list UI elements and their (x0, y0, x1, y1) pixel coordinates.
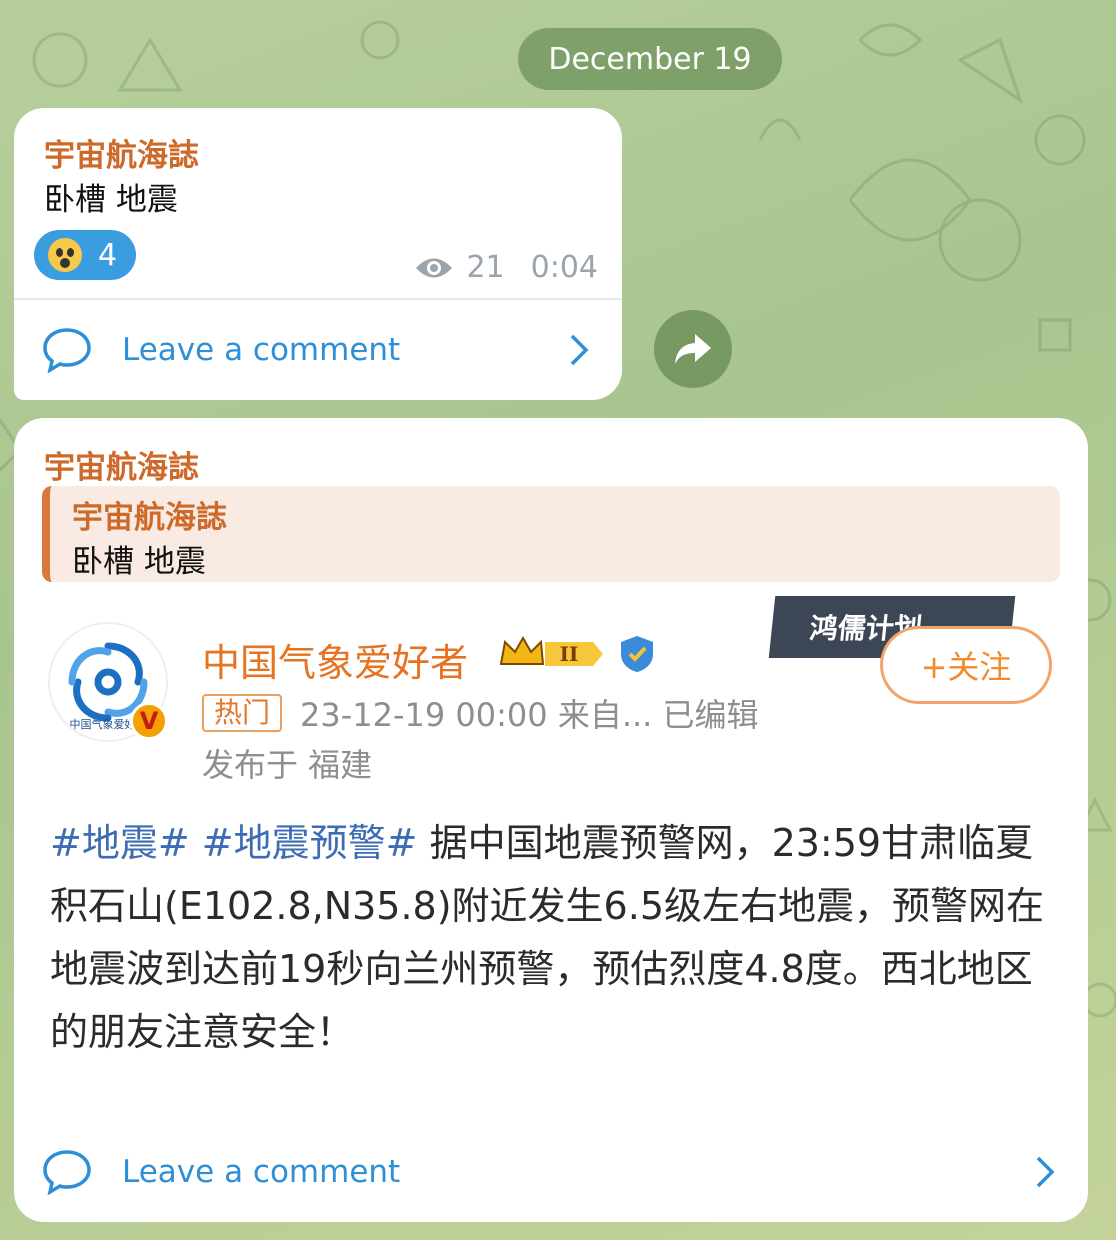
chevron-right-icon (570, 334, 589, 366)
date-separator: December 19 (518, 28, 782, 90)
weibo-location: 发布于 福建 (202, 746, 373, 784)
follow-label: +关注 (920, 648, 1012, 686)
views-count: 21 (466, 250, 505, 285)
message-bubble-1[interactable]: 宇宙航海誌 卧槽 地震 4 21 0:04 Leave a comment (14, 108, 622, 400)
weibo-body-text: 据中国地震预警网，23:59甘肃临夏积石山(E102.8,N35.8)附近发生6… (50, 821, 1044, 1054)
share-button[interactable] (654, 310, 732, 388)
weibo-post-meta: 23-12-19 00:00 来自... 已编辑 (300, 696, 759, 734)
level-crown-icon: II (499, 635, 603, 666)
weibo-screenshot-image[interactable]: 中国气象爱好者 V 鸿儒计划 +关注 中国气象爱好者 II 热门 23-12-1… (42, 594, 1060, 1134)
scream-emoji-icon (48, 238, 82, 272)
leave-comment-row[interactable]: Leave a comment (14, 300, 622, 400)
leave-comment-label: Leave a comment (122, 1154, 401, 1190)
reply-text: 卧槽 地震 (72, 544, 206, 580)
hashtag: #地震# (50, 821, 190, 865)
message-meta: 21 0:04 (414, 250, 598, 285)
message-bubble-2[interactable]: 宇宙航海誌 宇宙航海誌 卧槽 地震 中国气象爱好者 V 鸿儒计划 +关注 中国气… (14, 418, 1088, 1222)
follow-button: +关注 (880, 626, 1052, 704)
reply-quote[interactable]: 宇宙航海誌 卧槽 地震 (42, 486, 1060, 582)
leave-comment-row[interactable]: Leave a comment (14, 1122, 1088, 1222)
date-label: December 19 (548, 41, 752, 77)
hot-badge: 热门 (202, 694, 283, 732)
share-arrow-icon (675, 334, 711, 364)
weibo-account-name: 中国气象爱好者 (202, 641, 469, 685)
shield-badge-icon (621, 636, 653, 672)
reply-author: 宇宙航海誌 (72, 500, 227, 536)
views-eye-icon (416, 258, 453, 277)
reaction-chip[interactable]: 4 (34, 230, 136, 280)
comment-bubble-icon (43, 328, 91, 373)
message-text: 卧槽 地震 (44, 182, 178, 218)
svg-text:II: II (560, 642, 579, 666)
message-author[interactable]: 宇宙航海誌 (44, 442, 199, 487)
chevron-right-icon (1036, 1156, 1055, 1188)
weibo-post-body: #地震# #地震预警# 据中国地震预警网，23:59甘肃临夏积石山(E102.8… (50, 812, 1050, 1064)
leave-comment-label: Leave a comment (122, 332, 401, 368)
message-author[interactable]: 宇宙航海誌 (44, 130, 199, 175)
hashtag: #地震预警# (201, 821, 418, 865)
message-time: 0:04 (530, 250, 598, 285)
verified-badge-icon: V (130, 702, 168, 740)
comment-bubble-icon (43, 1150, 91, 1195)
reaction-count: 4 (98, 237, 118, 273)
